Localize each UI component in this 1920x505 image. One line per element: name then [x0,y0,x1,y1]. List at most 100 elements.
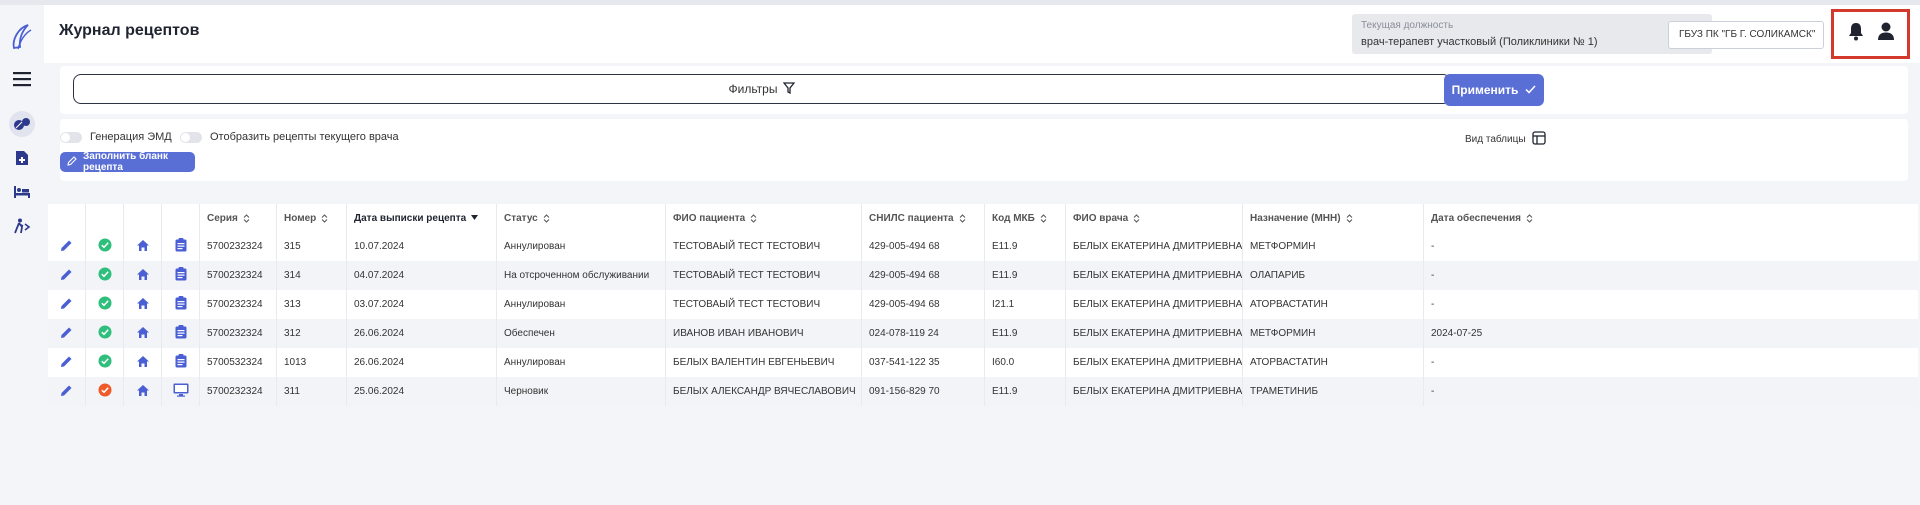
pencil-icon[interactable] [60,239,73,255]
provision-date-cell: - [1431,270,1435,281]
toggle-current-doctor[interactable]: Отобразить рецепты текущего врача [180,131,399,143]
sidebar-bed-icon[interactable] [9,179,35,205]
toggle-emd-label: Генерация ЭМД [90,131,172,143]
status-icon-cell [86,232,124,261]
column-header-series[interactable]: Серия [200,204,277,232]
filters-button[interactable]: Фильтры [73,74,1451,104]
column-header-label: Назначение (МНН) [1250,212,1341,224]
menu-icon[interactable] [12,70,32,88]
sort-icon [959,213,966,223]
document-type-cell [162,290,200,319]
position-select-label: Текущая должность [1361,20,1454,31]
status-cell: Обеспечен [497,319,666,348]
apply-button[interactable]: Применить [1444,74,1544,106]
provision-date-cell: - [1431,241,1435,252]
home-cell [124,232,162,261]
table-row[interactable]: 5700232324 312 26.06.2024 Обеспечен ИВАН… [48,319,1918,348]
sidebar-walking-person-icon[interactable] [9,213,35,239]
pencil-icon[interactable] [60,326,73,342]
fill-blank-button[interactable]: Заполнить бланк рецепта [60,151,195,173]
status-icon-cell [86,261,124,290]
check-circle-icon [98,296,112,313]
column-header-drug[interactable]: Назначение (МНН) [1243,204,1424,232]
bell-icon[interactable] [1845,20,1867,42]
table-row[interactable]: 5700232324 314 04.07.2024 На отсроченном… [48,261,1918,290]
app-logo-icon[interactable] [10,22,34,52]
patient-cell: БЕЛЫХ АЛЕКСАНДР ВЯЧЕСЛАВОВИЧ [666,377,862,406]
home-icon[interactable] [136,239,150,255]
highlight-box [1831,9,1910,59]
mkb-cell: I60.0 [985,348,1066,377]
check-circle-icon [98,267,112,284]
toggle-switch[interactable] [60,131,82,143]
sidebar-pills-icon[interactable] [9,111,35,137]
header-cell [162,204,200,232]
pencil-icon[interactable] [60,384,73,400]
home-cell [124,290,162,319]
position-select[interactable]: Текущая должность врач-терапевт участков… [1352,14,1712,54]
status-cell: Аннулирован [497,290,666,319]
sort-icon [750,213,757,223]
series-cell: 5700232324 [200,290,277,319]
user-icon[interactable] [1875,20,1897,42]
clipboard-icon[interactable] [175,296,187,313]
column-header-patient[interactable]: ФИО пациента [666,204,862,232]
clipboard-icon[interactable] [175,238,187,255]
column-header-label: Дата обеспечения [1431,212,1521,224]
table-row[interactable]: 5700232324 311 25.06.2024 Черновик БЕЛЫХ… [48,377,1918,406]
table-row[interactable]: 5700532324 1013 26.06.2024 Аннулирован Б… [48,348,1918,377]
column-header-snils[interactable]: СНИЛС пациента [862,204,985,232]
column-header-label: Код МКБ [992,212,1035,224]
header-cell [86,204,124,232]
column-header-provision-date[interactable]: Дата обеспечения [1424,204,1564,232]
pencil-icon[interactable] [60,268,73,284]
patient-cell: ТЕСТОВАЫЙ ТЕСТ ТЕСТОВИЧ [666,290,862,319]
column-header-number[interactable]: Номер [277,204,347,232]
home-icon[interactable] [136,268,150,284]
date-cell: 25.06.2024 [347,377,497,406]
column-header-date[interactable]: Дата выписки рецепта [347,204,497,232]
column-header-status[interactable]: Статус [497,204,666,232]
date-cell: 10.07.2024 [347,232,497,261]
toggle-emd[interactable]: Генерация ЭМД [60,131,172,143]
home-icon[interactable] [136,297,150,313]
edit-cell [48,377,86,406]
toggle-switch[interactable] [180,131,202,143]
clipboard-icon[interactable] [175,354,187,371]
sidebar-document-add-icon[interactable] [9,145,35,171]
table-row[interactable]: 5700232324 315 10.07.2024 Аннулирован ТЕ… [48,232,1918,261]
clipboard-icon[interactable] [175,267,187,284]
home-icon[interactable] [136,326,150,342]
status-icon-cell [86,290,124,319]
table-row[interactable]: 5700232324 313 03.07.2024 Аннулирован ТЕ… [48,290,1918,319]
column-header-mkb[interactable]: Код МКБ [985,204,1066,232]
organization-badge[interactable]: ГБУЗ ПК "ГБ Г. СОЛИКАМСК" [1668,21,1824,49]
home-icon[interactable] [136,355,150,371]
home-icon[interactable] [136,384,150,400]
snils-cell: 429-005-494 68 [862,261,985,290]
number-cell: 314 [277,261,347,290]
document-type-cell [162,261,200,290]
view-table-button[interactable]: Вид таблицы [1465,131,1546,148]
status-cell: Аннулирован [497,232,666,261]
doctor-cell: БЕЛЫХ ЕКАТЕРИНА ДМИТРИЕВНА [1066,261,1243,290]
doctor-cell: БЕЛЫХ ЕКАТЕРИНА ДМИТРИЕВНА [1066,377,1243,406]
provision-date-cell: - [1431,386,1435,397]
pencil-icon[interactable] [60,355,73,371]
header-cell [48,204,86,232]
column-header-label: Номер [284,212,317,224]
drug-cell: ОЛАПАРИБ [1243,261,1424,290]
doctor-cell: БЕЛЫХ ЕКАТЕРИНА ДМИТРИЕВНА [1066,348,1243,377]
number-cell: 1013 [277,348,347,377]
number-cell: 315 [277,232,347,261]
mkb-cell: E11.9 [985,261,1066,290]
column-header-label: ФИО врача [1073,212,1129,224]
pencil-icon[interactable] [60,297,73,313]
provision-date-cell: 2024-07-25 [1431,328,1483,339]
toggle-current-doctor-label: Отобразить рецепты текущего врача [210,131,399,143]
column-header-doctor[interactable]: ФИО врача [1066,204,1243,232]
sort-icon [1133,213,1140,223]
clipboard-icon[interactable] [175,325,187,342]
page-title: Журнал рецептов [59,22,200,39]
monitor-icon[interactable] [173,383,189,400]
